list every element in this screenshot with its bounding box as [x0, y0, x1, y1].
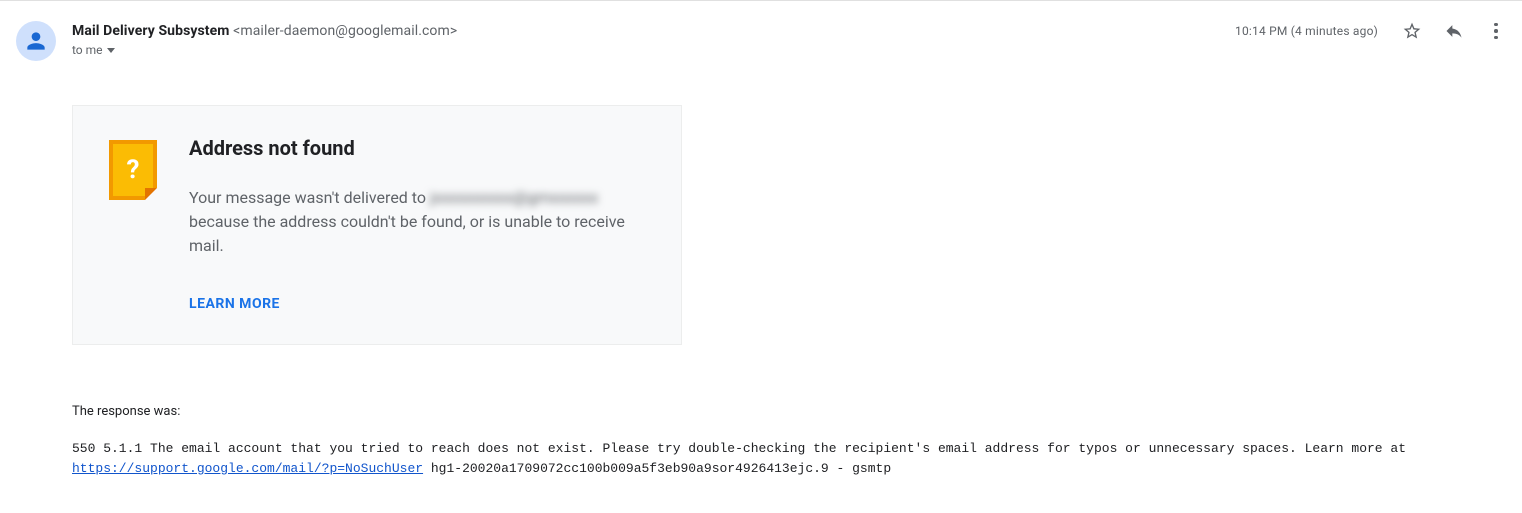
from-column: Mail Delivery Subsystem <mailer-daemon@g… [72, 21, 1522, 57]
email-message: Mail Delivery Subsystem <mailer-daemon@g… [0, 1, 1522, 509]
recipient-label: to me [72, 43, 103, 57]
sender-email: <mailer-daemon@googlemail.com> [233, 23, 457, 39]
learn-more-link[interactable]: LEARN MORE [189, 296, 280, 312]
sender-line: Mail Delivery Subsystem <mailer-daemon@g… [72, 21, 1235, 41]
chevron-down-icon [107, 48, 115, 53]
avatar-column [16, 21, 56, 61]
star-button[interactable] [1402, 21, 1422, 41]
email-body: ? Address not found Your message wasn't … [72, 105, 1522, 479]
sender-name: Mail Delivery Subsystem [72, 23, 230, 39]
sender-avatar[interactable] [16, 21, 56, 61]
response-label: The response was: [72, 401, 1498, 423]
star-outline-icon [1402, 21, 1422, 41]
header-actions: 10:14 PM (4 minutes ago) [1235, 21, 1522, 41]
response-section: The response was: 550 5.1.1 The email ac… [72, 401, 1522, 479]
timestamp: 10:14 PM (4 minutes ago) [1235, 24, 1378, 38]
reply-button[interactable] [1444, 21, 1464, 41]
card-message: Your message wasn't delivered to jxxxxxx… [189, 186, 641, 258]
recipient-dropdown[interactable]: to me [72, 43, 1235, 57]
more-vert-icon [1494, 23, 1498, 27]
smtp-response: 550 5.1.1 The email account that you tri… [72, 439, 1498, 479]
bounce-card: ? Address not found Your message wasn't … [72, 105, 682, 345]
redacted-address: jxxxxxxxxxx@gmxxxxxx [430, 188, 598, 207]
support-link[interactable]: https://support.google.com/mail/?p=NoSuc… [72, 461, 423, 476]
error-page-icon: ? [109, 136, 157, 200]
more-button[interactable] [1486, 21, 1506, 41]
email-header: Mail Delivery Subsystem <mailer-daemon@g… [16, 21, 1522, 61]
card-text: Address not found Your message wasn't de… [189, 136, 641, 312]
card-title: Address not found [189, 136, 641, 160]
person-icon [23, 28, 49, 54]
reply-icon [1444, 21, 1464, 41]
